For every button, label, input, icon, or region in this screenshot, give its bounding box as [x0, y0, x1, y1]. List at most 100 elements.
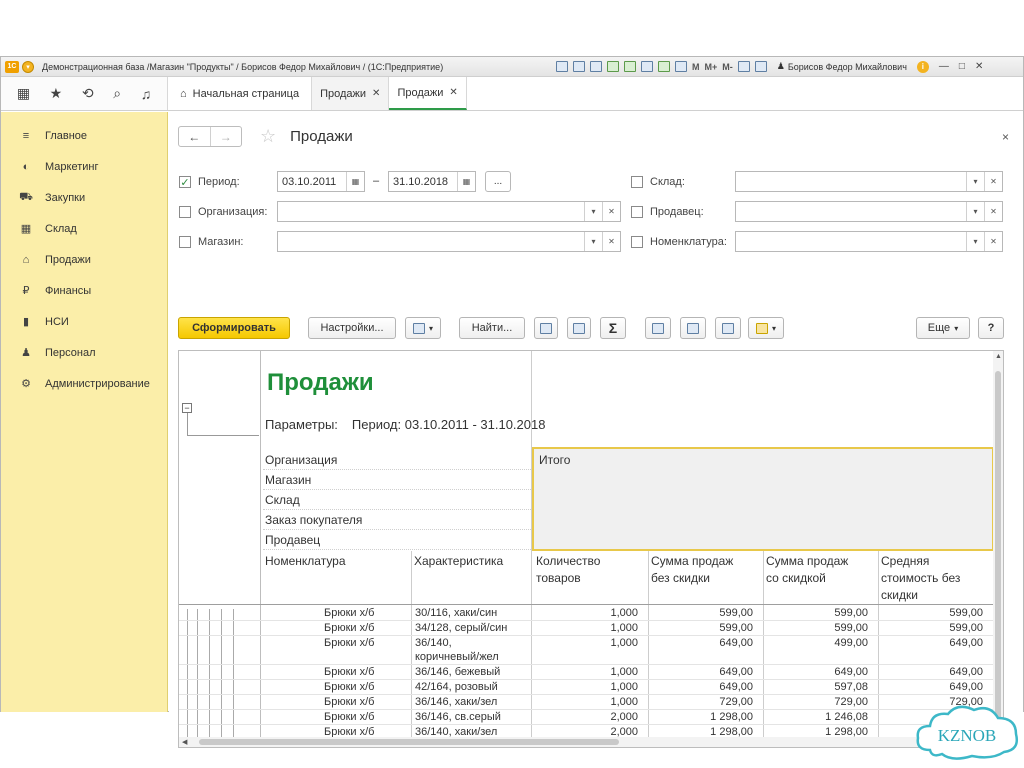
variants-button[interactable]: ▾ [405, 317, 441, 339]
sidebar-item-admin[interactable]: ⚙ Администрирование [1, 368, 167, 399]
zoom-icon[interactable] [737, 61, 750, 72]
save-button[interactable] [715, 317, 741, 339]
horizontal-scrollbar[interactable]: ◀ ▶ [179, 737, 995, 747]
period-from-field[interactable]: 03.10.2011 ▦ [277, 171, 365, 192]
sidebar-item-nsi[interactable]: ▮ НСИ [1, 306, 167, 337]
clear-icon[interactable]: ✕ [984, 172, 1002, 191]
maximize-button[interactable]: □ [959, 61, 965, 72]
forward-arrow-icon[interactable]: → [211, 127, 242, 146]
settings-button[interactable]: Настройки... [308, 317, 396, 339]
generate-button[interactable]: Сформировать [178, 317, 290, 339]
more-button[interactable]: Еще ▾ [916, 317, 970, 339]
sidebar-item-finance[interactable]: ₽ Финансы [1, 275, 167, 306]
nomenclature-checkbox[interactable] [631, 236, 643, 248]
history-icon[interactable]: ⟲ [82, 85, 94, 102]
main-menu-icon[interactable]: ▾ [22, 60, 34, 73]
expand-groups-button[interactable] [534, 317, 558, 339]
memory-mminus-button[interactable]: M- [722, 62, 733, 72]
clear-icon[interactable]: ✕ [984, 232, 1002, 251]
close-form-icon[interactable]: × [1002, 130, 1009, 144]
sidebar-item-marketing[interactable]: ◐ Маркетинг [1, 151, 167, 182]
collapse-group-icon[interactable]: − [182, 403, 192, 413]
vertical-scroll-thumb[interactable] [995, 371, 1001, 721]
organization-checkbox[interactable] [179, 206, 191, 218]
table-row[interactable]: Брюки х/б 36/140, 1,000 649,00 499,00 649,00 к… [179, 636, 994, 665]
search-icon[interactable]: ⌕ [113, 85, 121, 102]
find-button[interactable]: Найти... [459, 317, 525, 339]
period-checkbox[interactable]: ✓ [179, 176, 191, 189]
dropdown-icon[interactable]: ▾ [966, 232, 984, 251]
dropdown-icon[interactable]: ▾ [966, 172, 984, 191]
horizontal-scroll-thumb[interactable] [199, 739, 619, 745]
calendar-icon[interactable] [675, 61, 687, 72]
dropdown-icon[interactable]: ▾ [966, 202, 984, 221]
attach-icon[interactable] [607, 61, 619, 72]
preview-icon[interactable] [590, 61, 602, 72]
preview-button[interactable] [680, 317, 706, 339]
vertical-scrollbar[interactable]: ▲ ▼ [993, 351, 1003, 747]
favorite-star-icon[interactable]: ☆ [260, 126, 276, 147]
tab-close-icon[interactable]: ✕ [372, 88, 380, 99]
user-indicator[interactable]: ♟ Борисов Федор Михайлович [777, 61, 907, 72]
cell-name: Брюки х/б [324, 711, 375, 723]
period-to-field[interactable]: 31.10.2018 ▦ [388, 171, 476, 192]
organization-field[interactable]: ▾ ✕ [277, 201, 621, 222]
seller-field[interactable]: ▾ ✕ [735, 201, 1003, 222]
dropdown-icon[interactable]: ▾ [584, 202, 602, 221]
tab-sales-1[interactable]: Продажи ✕ [312, 77, 390, 110]
notifications-bell-icon[interactable]: ♫ [141, 86, 152, 102]
dropdown-icon[interactable]: ▾ [584, 232, 602, 251]
scroll-left-icon[interactable]: ◀ [182, 738, 187, 746]
apps-grid-icon[interactable]: ▦ [17, 85, 30, 102]
save-icon[interactable] [556, 61, 568, 72]
back-arrow-icon[interactable]: ← [179, 127, 211, 146]
app-logo-icon[interactable]: 1С [5, 60, 19, 73]
memory-m-button[interactable]: M [692, 62, 700, 72]
scroll-up-icon[interactable]: ▲ [995, 353, 1002, 360]
report-spreadsheet[interactable]: − Продажи Параметры: Период: 03.10.2011 -… [178, 350, 1004, 748]
memory-mplus-button[interactable]: M+ [705, 62, 718, 72]
sidebar-item-purchases[interactable]: ⛟ Закупки [1, 182, 167, 213]
sum-button[interactable]: Σ [600, 317, 626, 339]
panels-icon[interactable] [754, 61, 767, 72]
period-select-button[interactable]: ... [485, 171, 511, 192]
info-icon[interactable]: i [916, 60, 929, 73]
print-icon[interactable] [573, 61, 585, 72]
clear-icon[interactable]: ✕ [602, 202, 620, 221]
period-from-value: 03.10.2011 [282, 175, 337, 188]
table-row[interactable]: Брюки х/б 36/146, хаки/зел 1,000 729,00 729,… [179, 695, 994, 710]
shop-field[interactable]: ▾ ✕ [277, 231, 621, 252]
total-cell[interactable]: Итого [532, 447, 994, 551]
print-button[interactable] [645, 317, 671, 339]
tab-close-icon[interactable]: ✕ [449, 87, 457, 98]
shop-checkbox[interactable] [179, 236, 191, 248]
table-row[interactable]: Брюки х/б 36/146, св.серый 2,000 1 298,00 1 … [179, 710, 994, 725]
send-icon[interactable] [624, 61, 636, 72]
clear-icon[interactable]: ✕ [984, 202, 1002, 221]
warehouse-field[interactable]: ▾ ✕ [735, 171, 1003, 192]
close-window-button[interactable]: ✕ [975, 61, 983, 72]
link-icon[interactable] [641, 61, 653, 72]
collapse-groups-button[interactable] [567, 317, 591, 339]
table-row[interactable]: Брюки х/б 42/164, розовый 1,000 649,00 597,0… [179, 680, 994, 695]
minimize-button[interactable]: — [939, 61, 949, 72]
sidebar-item-main[interactable]: ≡ Главное [1, 120, 167, 151]
calendar-icon[interactable]: ▦ [346, 172, 364, 191]
clear-icon[interactable]: ✕ [602, 232, 620, 251]
nomenclature-field[interactable]: ▾ ✕ [735, 231, 1003, 252]
calculator-icon[interactable] [658, 61, 670, 72]
sidebar-item-staff[interactable]: ♟ Персонал [1, 337, 167, 368]
send-button[interactable]: ▾ [748, 317, 784, 339]
calendar-icon[interactable]: ▦ [457, 172, 475, 191]
sidebar-item-warehouse[interactable]: ▦ Склад [1, 213, 167, 244]
table-row[interactable]: Брюки х/б 34/128, серый/син 1,000 599,00 599… [179, 621, 994, 636]
tab-home[interactable]: ⌂ Начальная страница [168, 77, 313, 110]
help-button[interactable]: ? [978, 317, 1004, 339]
favorites-star-icon[interactable]: ★ [50, 85, 63, 102]
table-row[interactable]: Брюки х/б 30/116, хаки/син 1,000 599,00 599,… [179, 606, 994, 621]
warehouse-checkbox[interactable] [631, 176, 643, 188]
tab-sales-2[interactable]: Продажи ✕ [389, 77, 467, 110]
table-row[interactable]: Брюки х/б 36/146, бежевый 1,000 649,00 649,0… [179, 665, 994, 680]
seller-checkbox[interactable] [631, 206, 643, 218]
sidebar-item-sales[interactable]: ⌂ Продажи [1, 244, 167, 275]
